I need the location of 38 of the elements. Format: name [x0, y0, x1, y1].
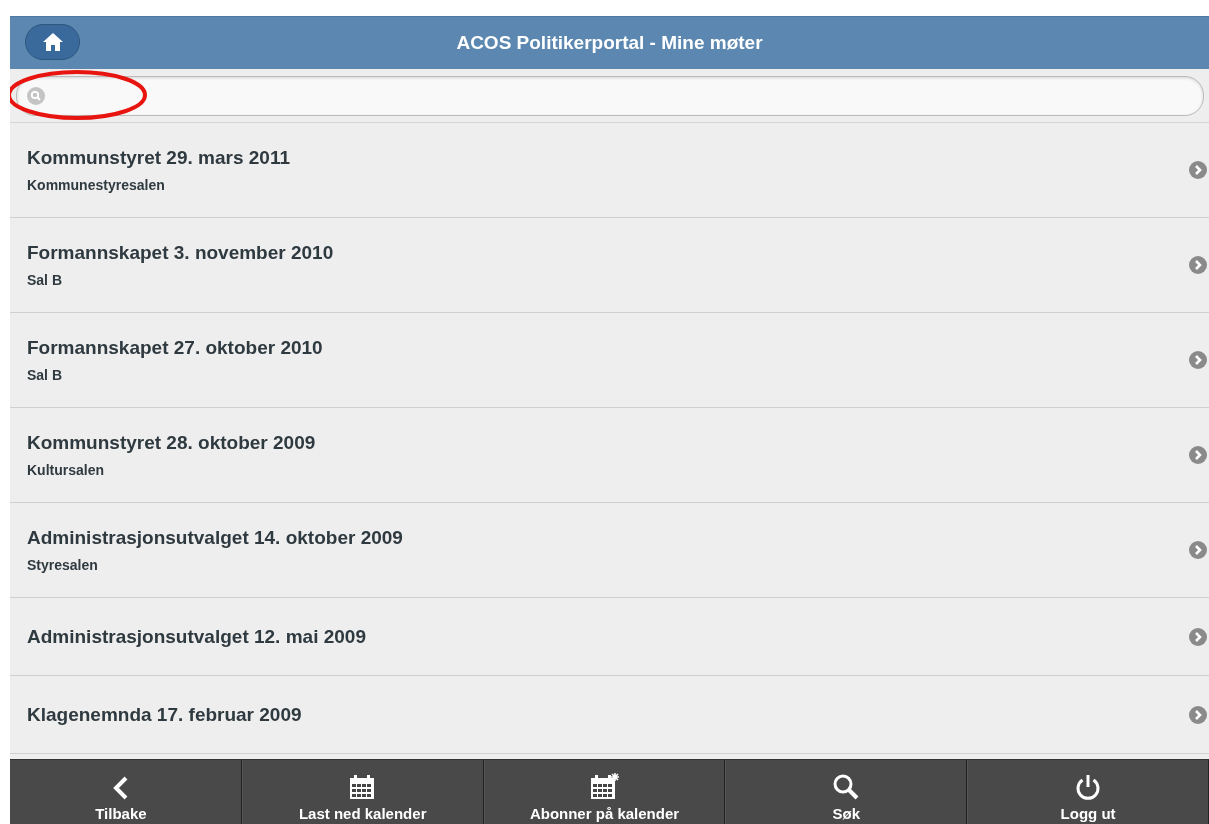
search-field[interactable] [16, 75, 1204, 116]
meeting-item[interactable]: Kommunstyret 28. oktober 2009 Kultursalen [10, 408, 1209, 503]
chevron-icon [1189, 161, 1207, 179]
meeting-title: Kommunstyret 29. mars 2011 [27, 147, 290, 169]
meeting-location: Kultursalen [27, 462, 105, 478]
meeting-item[interactable]: Formannskapet 3. november 2010 Sal B [10, 218, 1209, 313]
chevron-icon [1189, 541, 1207, 559]
toolbar-button[interactable]: Last ned kalender [241, 760, 484, 824]
meeting-location: Sal B [27, 272, 63, 288]
search-icon [27, 86, 45, 105]
meeting-item[interactable]: Administrasjonsutvalget 14. oktober 2009 Styresalen [10, 503, 1209, 598]
meeting-item[interactable]: Administrasjonsutvalget 12. mai 2009 [10, 598, 1209, 676]
calendar-plus-icon [589, 773, 620, 801]
toolbar-button[interactable]: Søk [725, 760, 968, 824]
meeting-location: Sal B [27, 367, 63, 383]
meeting-location: Styresalen [27, 557, 99, 573]
meeting-title: Administrasjonsutvalget 14. oktober 2009 [27, 527, 403, 549]
meeting-location: Kommunestyresalen [27, 177, 166, 193]
chevron-icon [1189, 256, 1207, 274]
chevron-icon [1189, 446, 1207, 464]
meeting-title: Formannskapet 27. oktober 2010 [27, 337, 323, 359]
meeting-title: Formannskapet 3. november 2010 [27, 242, 334, 264]
home-icon [41, 32, 64, 52]
chevron-icon [1189, 351, 1207, 369]
toolbar-button[interactable]: Abonner på kalender [483, 760, 726, 824]
page-title: ACOS Politikerportal - Mine møter [456, 32, 763, 54]
meeting-title: Klagenemnda 17. februar 2009 [27, 703, 302, 726]
meeting-title: Kommunstyret 28. oktober 2009 [27, 432, 316, 454]
search-icon [832, 773, 861, 801]
chevron-icon [1189, 627, 1207, 646]
meeting-item[interactable]: Klagenemnda 17. februar 2009 [10, 676, 1209, 754]
toolbar-button[interactable]: Tilbake [10, 760, 242, 824]
meeting-item[interactable]: Kommunstyret 29. mars 2011 Kommunestyresalen [10, 123, 1209, 218]
meeting-item[interactable]: Formannskapet 27. oktober 2010 Sal B [10, 313, 1209, 408]
toolbar-button[interactable]: Logg ut [967, 760, 1209, 824]
home-button[interactable] [25, 24, 80, 60]
meeting-title: Administrasjonsutvalget 12. mai 2009 [27, 625, 366, 648]
chevron-icon [1189, 705, 1207, 724]
